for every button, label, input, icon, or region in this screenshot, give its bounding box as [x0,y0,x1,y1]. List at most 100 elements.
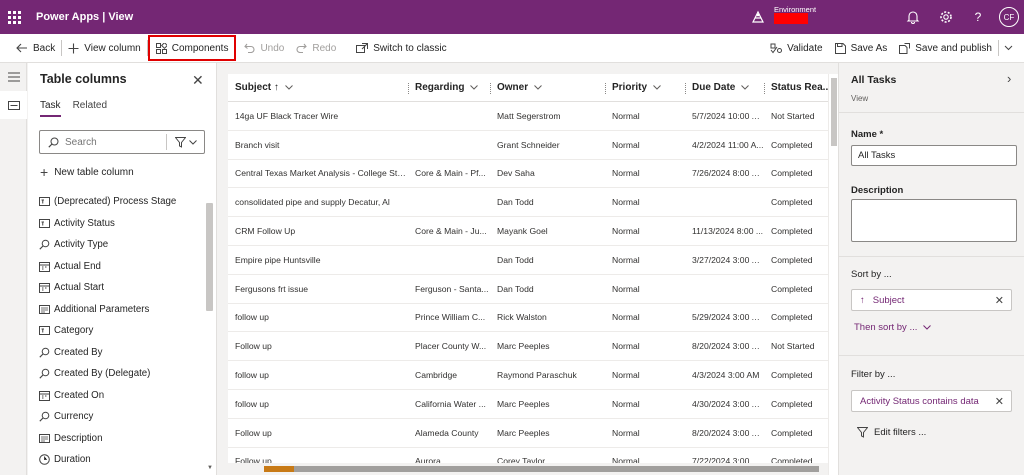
description-field[interactable] [851,199,1017,242]
column-list-item[interactable]: Additional Parameters [38,299,206,321]
back-button[interactable]: Back [10,37,61,59]
column-list-item[interactable]: Activity Status [38,213,206,235]
close-icon[interactable]: ✕ [192,72,204,89]
column-list-item[interactable]: Activity Type [38,234,206,256]
grid-header-row: Subject ↑ Regarding Owner Priority Due Date S… [228,74,828,102]
undo-button[interactable]: Undo [238,37,290,59]
column-resize-handle[interactable] [605,82,607,94]
column-resize-handle[interactable] [764,82,766,94]
column-list-item[interactable]: Currency [38,406,206,428]
table-row[interactable]: Central Texas Market Analysis - College … [228,160,828,189]
column-resize-handle[interactable] [490,82,492,94]
table-cell: 5/29/2024 3:00 A... [692,312,764,323]
new-table-column-button[interactable]: + New table column [40,164,134,180]
column-list-item[interactable]: Actual Start [38,277,206,299]
search-input[interactable] [65,136,165,148]
table-cell: Completed [771,226,813,237]
column-list-item[interactable]: Created By [38,342,206,364]
table-cell: Completed [771,398,813,409]
save-as-button[interactable]: Save As [829,37,894,59]
sort-subject-pill[interactable]: ↑ Subject ✕ [851,289,1012,311]
then-sort-by-button[interactable]: Then sort by ... [854,322,932,333]
table-cell: Cambridge [415,370,458,381]
validate-button[interactable]: Validate [764,37,828,59]
settings-gear-icon[interactable] [938,9,954,25]
table-row[interactable]: Branch visit Grant Schneider Normal 4/2/202… [228,131,828,160]
column-resize-handle[interactable] [408,82,410,94]
grid-horizontal-scrollbar[interactable] [228,463,828,475]
grid-vertical-scrollbar[interactable] [828,74,838,475]
column-resize-handle[interactable] [685,82,687,94]
column-list-item[interactable]: Created By (Delegate) [38,363,206,385]
switch-to-classic-button[interactable]: Switch to classic [350,37,452,59]
tab-task[interactable]: Task [40,100,61,117]
column-list-item[interactable]: Created On [38,385,206,407]
grid-horizontal-scroll-thumb[interactable] [264,466,819,472]
grid-column-header[interactable]: Due Date [685,74,764,102]
user-avatar[interactable]: CF [999,7,1019,27]
sort-by-label: Sort by ... [851,269,892,280]
chevron-down-icon [653,82,661,93]
column-list-item-label: Actual End [54,260,101,272]
redo-icon [296,43,308,53]
column-list-item[interactable]: (Deprecated) Process Stage [38,191,206,213]
tab-related[interactable]: Related [73,100,107,117]
remove-sort-icon[interactable]: ✕ [995,294,1004,307]
help-icon[interactable]: ? [970,9,986,25]
chevron-right-icon[interactable]: › [1007,71,1011,86]
grid-column-header[interactable]: Status Rea... [764,74,828,102]
filter-condition-pill[interactable]: Activity Status contains data ✕ [851,390,1012,412]
column-list-item[interactable]: Category [38,320,206,342]
table-cell: 11/13/2024 8:00 ... [692,226,764,237]
table-cell: Normal [612,110,640,121]
table-row[interactable]: consolidated pipe and supply Decatur, Al… [228,188,828,218]
view-column-button[interactable]: View column [62,37,147,59]
grid-vertical-scroll-thumb[interactable] [831,78,837,146]
edit-filters-button[interactable]: Edit filters ... [857,427,926,438]
grid-column-header[interactable]: Subject ↑ [228,74,408,102]
remove-filter-icon[interactable]: ✕ [995,395,1004,408]
column-list-item[interactable]: Description [38,428,206,450]
column-list-item[interactable]: Duration [38,449,206,471]
table-cell: Grant Schneider [497,139,560,150]
table-row[interactable]: CRM Follow Up Core & Main - Ju... Mayank G… [228,217,828,246]
undo-icon [244,43,255,53]
chevron-down-icon [188,139,197,145]
name-field[interactable]: All Tasks [851,145,1017,166]
grid-column-header-label: Subject ↑ [235,82,279,93]
save-options-chevron-icon[interactable] [999,37,1024,59]
environment-picker[interactable]: Environment [750,0,816,34]
table-row[interactable]: Follow up Placer County W... Marc Peeples N… [228,332,828,362]
components-button[interactable]: Components [147,35,237,61]
grid-column-header-label: Due Date [692,82,736,93]
table-row[interactable]: Follow up Alameda County Marc Peeples Norma… [228,419,828,448]
app-launcher-icon[interactable] [2,0,26,34]
notification-bell-icon[interactable] [905,9,921,25]
table-row[interactable]: follow up Prince William C... Rick Walston… [228,304,828,333]
table-cell: Marc Peeples [497,398,550,409]
table-row[interactable]: 14ga UF Black Tracer Wire Matt Segerstrom… [228,102,828,131]
table-row[interactable]: follow up California Water ... Marc Peeple… [228,390,828,419]
table-row[interactable]: follow up Cambridge Raymond Paraschuk Norma… [228,361,828,390]
back-arrow-icon [16,43,27,53]
save-publish-icon [899,42,911,54]
view-subtitle: View [851,94,869,103]
scroll-down-arrow-icon[interactable]: ▼ [207,465,213,471]
table-columns-nav-icon[interactable] [0,91,27,119]
chevron-down-icon [534,82,542,93]
column-list-item-label: Actual Start [54,282,105,294]
hamburger-menu-icon[interactable] [0,63,27,91]
redo-button[interactable]: Redo [290,37,342,59]
table-row[interactable]: Empire pipe Huntsville Dan Todd Normal 3/27… [228,246,828,275]
filter-dropdown-button[interactable] [166,134,204,150]
save-and-publish-button[interactable]: Save and publish [893,37,998,59]
panel-scrollbar-thumb[interactable] [206,203,213,311]
grid-column-header[interactable]: Owner [490,74,605,102]
name-label: Name * [851,129,884,140]
table-cell: Raymond Paraschuk [497,370,577,381]
table-cell: Follow up [235,427,272,438]
grid-column-header[interactable]: Regarding [408,74,490,102]
grid-column-header[interactable]: Priority [605,74,685,102]
table-row[interactable]: Fergusons frt issue Ferguson - Santa... Da… [228,275,828,304]
column-list-item[interactable]: Actual End [38,256,206,278]
